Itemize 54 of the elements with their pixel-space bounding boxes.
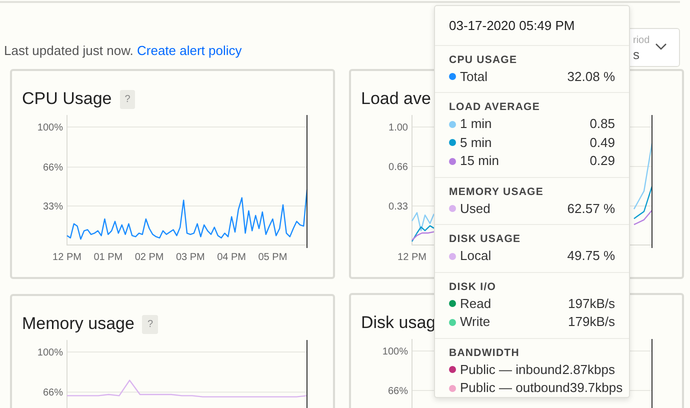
- axis-label: 33%: [42, 202, 63, 213]
- section-heading: BANDWIDTH: [449, 346, 520, 360]
- axis-label: 01 PM: [94, 252, 123, 263]
- axis-label: 66%: [42, 162, 63, 174]
- axis-label: 12 PM: [398, 252, 426, 263]
- axis-label: 100%: [37, 122, 63, 134]
- axis-label: 0.66: [388, 162, 408, 174]
- axis-label: 0.33: [388, 202, 408, 213]
- chevron-down-icon: [655, 43, 667, 51]
- axis-label: 03 PM: [176, 252, 205, 263]
- help-badge[interactable]: ?: [120, 90, 136, 108]
- metric-label: Public — inbound: [460, 360, 562, 378]
- help-badge[interactable]: ?: [142, 314, 158, 334]
- axis-label: 100%: [382, 346, 408, 358]
- metric-value: 179kB/s: [568, 313, 615, 331]
- metric-value: 32.08 %: [567, 68, 615, 86]
- metric-value: 62.57 %: [567, 200, 615, 218]
- metric-label: 1 min: [460, 115, 492, 133]
- metric-label: 15 min: [460, 152, 500, 170]
- metric-label: 5 min: [460, 134, 492, 152]
- metric-value: 49.75 %: [567, 247, 615, 265]
- metric-value: 0.49: [590, 134, 615, 152]
- axis-label: 04 PM: [217, 252, 246, 263]
- section-heading: CPU USAGE: [449, 52, 518, 68]
- cursor-line: [306, 340, 308, 408]
- metric-label: Total: [460, 68, 488, 86]
- section-heading: MEMORY USAGE: [449, 184, 544, 200]
- axis-label: 66%: [388, 386, 408, 398]
- axis-label: 66%: [42, 388, 63, 399]
- axis-label: 12 PM: [52, 252, 82, 263]
- metric-label: Write: [460, 313, 490, 331]
- section-heading: DISK I/O: [449, 280, 498, 294]
- metric-label: Local: [460, 247, 492, 265]
- axis-label: 1.00: [388, 122, 408, 134]
- axis-label: 05 PM: [258, 252, 288, 263]
- metric-value: 39.7kbps: [570, 379, 623, 397]
- metric-value: 197kB/s: [568, 294, 615, 312]
- alert-policy-link[interactable]: Create alert policy: [137, 43, 242, 58]
- metric-label: Used: [460, 200, 490, 218]
- tooltip-title: 03-17-2020 05:49 PM: [435, 6, 629, 46]
- card-title: Load ave: [361, 88, 431, 110]
- section-heading: DISK USAGE: [449, 232, 522, 247]
- axis-label: 02 PM: [134, 252, 164, 263]
- card-title: CPU Usage: [22, 88, 112, 110]
- section-heading: LOAD AVERAGE: [449, 100, 541, 115]
- card-title: Memory usage: [22, 313, 134, 336]
- metric-value: 0.85: [590, 115, 615, 133]
- metric-label: Public — outbound: [460, 379, 570, 397]
- metric-label: Read: [460, 294, 492, 312]
- axis-label: 100%: [37, 348, 63, 358]
- status-text: Last updated just now.: [4, 43, 134, 58]
- card-title: Disk usag: [361, 312, 436, 334]
- metric-value: 0.29: [590, 152, 615, 170]
- metric-value: 2.87kbps: [562, 360, 615, 379]
